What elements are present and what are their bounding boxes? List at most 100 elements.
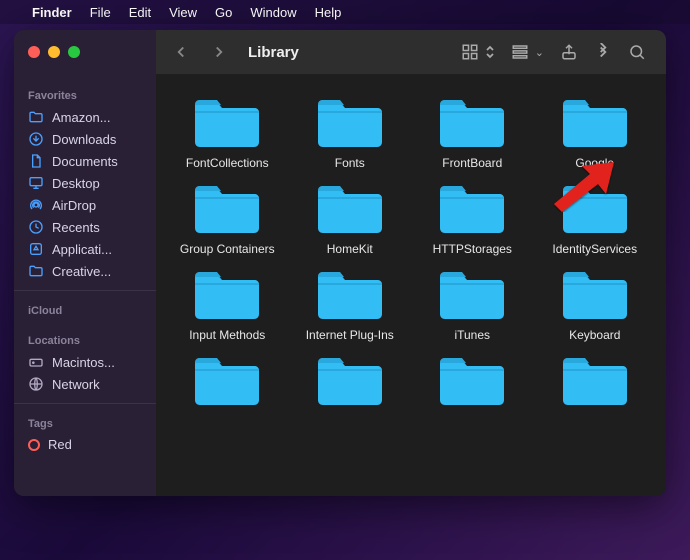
chevron-down-icon: ⌄: [535, 46, 544, 59]
app-name[interactable]: Finder: [32, 5, 72, 20]
sidebar-item-label: Creative...: [52, 264, 111, 279]
titlebar: Library ⌄: [14, 30, 666, 74]
folder-name: IdentityServices: [552, 242, 637, 256]
clock-icon: [28, 219, 44, 235]
folder-icon: [436, 180, 508, 236]
app-icon: [28, 241, 44, 257]
folder-name: Input Methods: [189, 328, 265, 342]
folder-icon: [559, 352, 631, 408]
location-title: Library: [248, 44, 299, 61]
globe-icon: [28, 376, 44, 392]
maximize-button[interactable]: [68, 46, 80, 58]
sidebar-item-applications[interactable]: Applicati...: [14, 238, 156, 260]
sidebar-item-label: Amazon...: [52, 110, 111, 125]
menu-edit[interactable]: Edit: [129, 5, 151, 20]
folder-icon: [191, 180, 263, 236]
sidebar-item-creative[interactable]: Creative...: [14, 260, 156, 282]
document-icon: [28, 153, 44, 169]
folder-icon: [191, 266, 263, 322]
folder-item[interactable]: FontCollections: [170, 94, 285, 170]
desktop-icon: [28, 175, 44, 191]
folder-item[interactable]: [293, 352, 408, 414]
folder-icon: [314, 180, 386, 236]
folder-name: Keyboard: [569, 328, 620, 342]
back-button[interactable]: [172, 43, 190, 61]
folder-icon: [436, 352, 508, 408]
folder-name: Google: [575, 156, 614, 170]
sidebar-item-label: AirDrop: [52, 198, 96, 213]
menu-window[interactable]: Window: [250, 5, 296, 20]
sidebar-section-locations: Locations: [14, 329, 156, 351]
airdrop-icon: [28, 197, 44, 213]
menu-view[interactable]: View: [169, 5, 197, 20]
folder-icon: [436, 266, 508, 322]
sidebar-item-amazon[interactable]: Amazon...: [14, 106, 156, 128]
folder-item[interactable]: Fonts: [293, 94, 408, 170]
folder-item[interactable]: Input Methods: [170, 266, 285, 342]
folder-name: HomeKit: [327, 242, 373, 256]
folder-name: Internet Plug-Ins: [306, 328, 394, 342]
tag-dot-icon: [28, 439, 40, 451]
sidebar-item-downloads[interactable]: Downloads: [14, 128, 156, 150]
icon-grid: FontCollections FontsFrontBoard Google Grou…: [156, 74, 666, 414]
sidebar-item-desktop[interactable]: Desktop: [14, 172, 156, 194]
close-button[interactable]: [28, 46, 40, 58]
view-mode-button[interactable]: [453, 43, 503, 61]
folder-icon: [436, 94, 508, 150]
sidebar-item-airdrop[interactable]: AirDrop: [14, 194, 156, 216]
finder-window: Library ⌄ Favorites: [14, 30, 666, 496]
folder-icon: [559, 266, 631, 322]
sidebar-item-label: Downloads: [52, 132, 116, 147]
folder-item[interactable]: iTunes: [415, 266, 530, 342]
folder-icon: [28, 109, 44, 125]
sidebar-section-favorites: Favorites: [14, 84, 156, 106]
folder-item[interactable]: Keyboard: [538, 266, 653, 342]
folder-item[interactable]: Internet Plug-Ins: [293, 266, 408, 342]
folder-item[interactable]: HomeKit: [293, 180, 408, 256]
folder-item[interactable]: [415, 352, 530, 414]
window-controls: [14, 46, 156, 58]
sidebar-section-icloud: iCloud: [14, 299, 156, 321]
folder-item[interactable]: HTTPStorages: [415, 180, 530, 256]
folder-name: iTunes: [454, 328, 490, 342]
folder-icon: [559, 180, 631, 236]
sidebar-item-tag-red[interactable]: Red: [14, 434, 156, 455]
folder-icon: [314, 352, 386, 408]
group-button[interactable]: ⌄: [503, 43, 552, 61]
download-icon: [28, 131, 44, 147]
folder-item[interactable]: FrontBoard: [415, 94, 530, 170]
menu-file[interactable]: File: [90, 5, 111, 20]
folder-icon: [314, 94, 386, 150]
sidebar-item-recents[interactable]: Recents: [14, 216, 156, 238]
folder-name: HTTPStorages: [433, 242, 512, 256]
folder-icon: [314, 266, 386, 322]
folder-item[interactable]: Group Containers: [170, 180, 285, 256]
share-button[interactable]: [552, 43, 586, 61]
folder-name: Group Containers: [180, 242, 275, 256]
folder-icon: [191, 352, 263, 408]
sidebar-item-network[interactable]: Network: [14, 373, 156, 395]
folder-item[interactable]: [538, 352, 653, 414]
menu-go[interactable]: Go: [215, 5, 232, 20]
sidebar-section-tags: Tags: [14, 412, 156, 434]
sidebar-item-macintosh[interactable]: Macintos...: [14, 351, 156, 373]
sidebar-item-documents[interactable]: Documents: [14, 150, 156, 172]
folder-item[interactable]: IdentityServices: [538, 180, 653, 256]
folder-icon: [28, 263, 44, 279]
toolbar: Library ⌄: [156, 30, 666, 74]
sidebar-item-label: Red: [48, 437, 72, 452]
folder-item[interactable]: [170, 352, 285, 414]
folder-icon: [559, 94, 631, 150]
forward-button[interactable]: [210, 43, 228, 61]
search-button[interactable]: [620, 43, 654, 61]
folder-name: FontCollections: [186, 156, 269, 170]
sidebar-item-label: Documents: [52, 154, 118, 169]
sidebar-item-label: Macintos...: [52, 355, 115, 370]
folder-item[interactable]: Google: [538, 94, 653, 170]
content-area: FontCollections FontsFrontBoard Google Grou…: [156, 74, 666, 496]
menu-help[interactable]: Help: [315, 5, 342, 20]
sidebar-item-label: Desktop: [52, 176, 100, 191]
nav-arrows: [156, 43, 244, 61]
more-button[interactable]: [586, 43, 620, 61]
minimize-button[interactable]: [48, 46, 60, 58]
